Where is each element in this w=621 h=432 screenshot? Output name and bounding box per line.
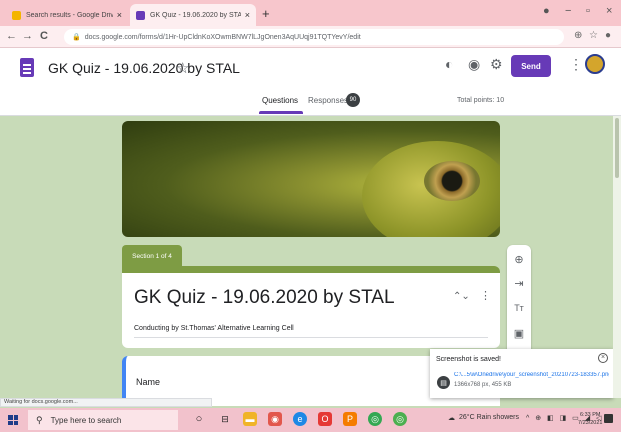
windows-start-icon[interactable] — [8, 415, 18, 425]
add-question-icon[interactable]: ⊕ — [507, 253, 531, 266]
tab-gk-quiz[interactable]: GK Quiz - 19.06.2020 by STAL - G × — [130, 4, 256, 26]
tab-responses[interactable]: Responses — [308, 96, 348, 105]
powerpoint-icon[interactable]: P — [343, 412, 357, 426]
google-drive-icon — [12, 10, 21, 20]
edge-icon[interactable]: e — [293, 412, 307, 426]
settings-gear-icon[interactable]: ⚙ — [490, 56, 503, 73]
form-title-card[interactable]: GK Quiz - 19.06.2020 by STAL ⌃⌄ ⋮ Conduc… — [122, 266, 500, 348]
divider — [134, 337, 488, 338]
preview-eye-icon[interactable]: ◉ — [468, 56, 480, 73]
firefox-icon[interactable]: ◉ — [268, 412, 282, 426]
close-tab-icon[interactable]: × — [117, 10, 122, 20]
clock-time: 6:33 PM — [579, 412, 601, 418]
collapse-section-icon[interactable]: ⌃⌄ — [453, 291, 470, 302]
tab-title: Search results - Google Drive — [26, 11, 113, 19]
windows-taskbar: ⚲ Type here to search ○ ⊟ ▬ ◉ e O P ◎ ◎ … — [0, 408, 621, 432]
bookmark-star-icon[interactable]: ☆ — [589, 30, 598, 41]
browser-status-bar: Waiting for docs.google.com... — [0, 398, 212, 407]
taskbar-clock[interactable]: 6:33 PM 7/23/2021 — [578, 411, 602, 427]
scrollbar-thumb[interactable] — [615, 118, 619, 178]
header-banner-image — [122, 121, 500, 237]
tab-google-drive[interactable]: Search results - Google Drive × — [6, 4, 128, 26]
doc-title[interactable]: GK Quiz - 19.06.2020 by STAL — [48, 60, 240, 76]
profile-indicator-icon[interactable]: ● — [543, 5, 550, 17]
lock-icon: 🔒 — [72, 34, 81, 41]
weather-text[interactable]: 26°C Rain showers — [459, 414, 519, 421]
notification-icon[interactable] — [604, 414, 613, 423]
floating-toolbar: ⊕ ⇥ Tт ▣ — [507, 245, 531, 355]
section-more-icon[interactable]: ⋮ — [480, 289, 491, 302]
forms-header: GK Quiz - 19.06.2020 by STAL ☆ ◐ ◉ ⚙ Sen… — [0, 48, 621, 116]
tab-questions[interactable]: Questions — [262, 96, 298, 105]
minimize-button[interactable]: − — [565, 5, 571, 17]
new-tab-button[interactable]: + — [262, 6, 270, 21]
clock-date: 7/23/2021 — [578, 420, 603, 426]
palette-icon[interactable]: ◐ — [445, 56, 453, 72]
opera-icon[interactable]: O — [318, 412, 332, 426]
avatar[interactable] — [585, 54, 605, 74]
forward-button[interactable]: → — [22, 30, 33, 42]
google-forms-logo-icon[interactable] — [20, 58, 34, 77]
taskbar-search-input[interactable]: ⚲ Type here to search — [28, 410, 178, 430]
google-forms-icon — [136, 10, 145, 20]
tab-title: GK Quiz - 19.06.2020 by STAL - G — [150, 11, 241, 19]
chrome-profile-icon[interactable]: ◎ — [393, 412, 407, 426]
responses-count-badge: 90 — [346, 93, 360, 107]
file-explorer-icon[interactable]: ▬ — [243, 412, 257, 426]
form-description[interactable]: Conducting by St.Thomas' Alternative Lea… — [134, 325, 294, 332]
close-window-button[interactable]: × — [606, 5, 612, 17]
close-tab-icon[interactable]: × — [245, 10, 250, 20]
weather-icon[interactable]: ☁ — [448, 414, 455, 422]
question-title[interactable]: Name — [136, 377, 160, 387]
back-button[interactable]: ← — [6, 30, 17, 42]
toast-title: Screenshot is saved! — [436, 356, 501, 363]
url-input[interactable]: 🔒 docs.google.com/forms/d/1Hr-UpCldnKoXO… — [64, 29, 564, 45]
profile-icon[interactable]: ● — [605, 30, 611, 41]
frog-eye-image — [424, 161, 480, 201]
address-bar-row: ← → C 🔒 docs.google.com/forms/d/1Hr-UpCl… — [0, 26, 621, 48]
star-icon[interactable]: ☆ — [176, 59, 189, 77]
close-icon[interactable]: × — [598, 353, 608, 363]
search-placeholder: Type here to search — [50, 415, 122, 425]
search-icon: ⚲ — [36, 414, 43, 425]
restore-button[interactable]: ▫ — [586, 5, 590, 17]
folder-icon[interactable]: ▤ — [437, 376, 450, 389]
screenshot-path-link[interactable]: C:\...5\w\Onedrive\your_screenshot_20210… — [454, 372, 609, 378]
active-tab-indicator — [259, 111, 303, 114]
total-points: Total points: 10 — [457, 97, 505, 104]
zoom-icon[interactable]: ⊕ — [574, 30, 582, 41]
screenshot-meta: 1366x768 px, 455 KB — [454, 382, 512, 388]
cortana-icon[interactable]: ○ — [192, 412, 206, 426]
add-image-icon[interactable]: ▣ — [507, 327, 531, 340]
url-text: docs.google.com/forms/d/1Hr-UpCldnKoXOwm… — [84, 33, 361, 41]
task-view-icon[interactable]: ⊟ — [218, 412, 232, 426]
more-options-icon[interactable]: ⋮ — [569, 56, 583, 73]
browser-tab-bar: Search results - Google Drive × GK Quiz … — [0, 0, 621, 26]
section-label: Section 1 of 4 — [122, 245, 182, 267]
send-button[interactable]: Send — [511, 55, 551, 77]
add-title-icon[interactable]: Tт — [507, 303, 531, 313]
screenshot-toast[interactable]: Screenshot is saved! × ▤ C:\...5\w\Onedr… — [430, 349, 613, 398]
form-title[interactable]: GK Quiz - 19.06.2020 by STAL — [134, 287, 395, 309]
import-questions-icon[interactable]: ⇥ — [507, 277, 531, 290]
reload-button[interactable]: C — [40, 30, 48, 42]
chrome-icon[interactable]: ◎ — [368, 412, 382, 426]
